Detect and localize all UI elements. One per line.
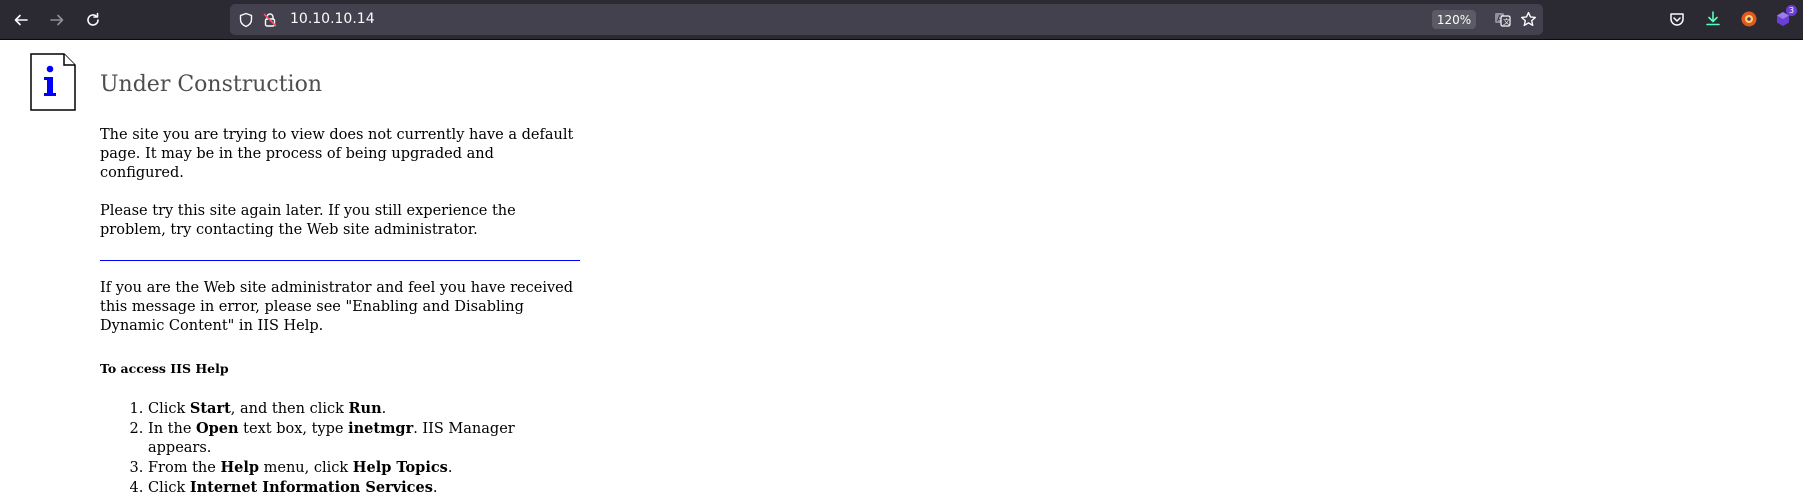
translate-icon[interactable]: A 文 [1494, 11, 1511, 28]
shield-icon[interactable] [238, 12, 254, 28]
list-item: In the Open text box, type inetmgr. IIS … [148, 419, 580, 458]
zoom-level-badge[interactable]: 120% [1432, 10, 1476, 29]
extension-fox-icon[interactable] [1740, 10, 1758, 28]
forward-button[interactable] [43, 6, 71, 34]
svg-text:文: 文 [1503, 17, 1510, 26]
extension-badge-count: 3 [1786, 5, 1797, 16]
reload-button[interactable] [79, 6, 107, 34]
divider [100, 260, 580, 261]
page-content: Under Construction The site you are tryi… [100, 70, 580, 498]
browser-toolbar: 10.10.10.14 120% A 文 3 [0, 0, 1803, 40]
help-steps-list: Click Start, and then click Run. In the … [100, 399, 580, 498]
insecure-lock-icon[interactable] [262, 12, 278, 28]
reload-icon [87, 12, 99, 26]
back-arrow-icon [14, 14, 28, 26]
info-document-icon [30, 53, 76, 111]
page-title: Under Construction [100, 72, 322, 97]
bookmark-star-icon[interactable] [1520, 11, 1537, 28]
list-item: From the Help menu, click Help Topics. [148, 458, 580, 478]
forward-arrow-icon [50, 14, 64, 26]
help-heading: To access IIS Help [100, 361, 229, 376]
back-button[interactable] [7, 6, 35, 34]
url-bar[interactable]: 10.10.10.14 120% A 文 [230, 4, 1543, 35]
url-text[interactable]: 10.10.10.14 [290, 4, 375, 35]
admin-paragraph: If you are the Web site administrator an… [100, 280, 574, 334]
pocket-icon[interactable] [1668, 10, 1686, 28]
intro-paragraph: The site you are trying to view does not… [100, 127, 574, 181]
list-item: Click Start, and then click Run. [148, 399, 580, 419]
downloads-icon[interactable] [1704, 10, 1722, 28]
list-item: Click Internet Information Services. [148, 478, 580, 498]
retry-paragraph: Please try this site again later. If you… [100, 203, 516, 238]
